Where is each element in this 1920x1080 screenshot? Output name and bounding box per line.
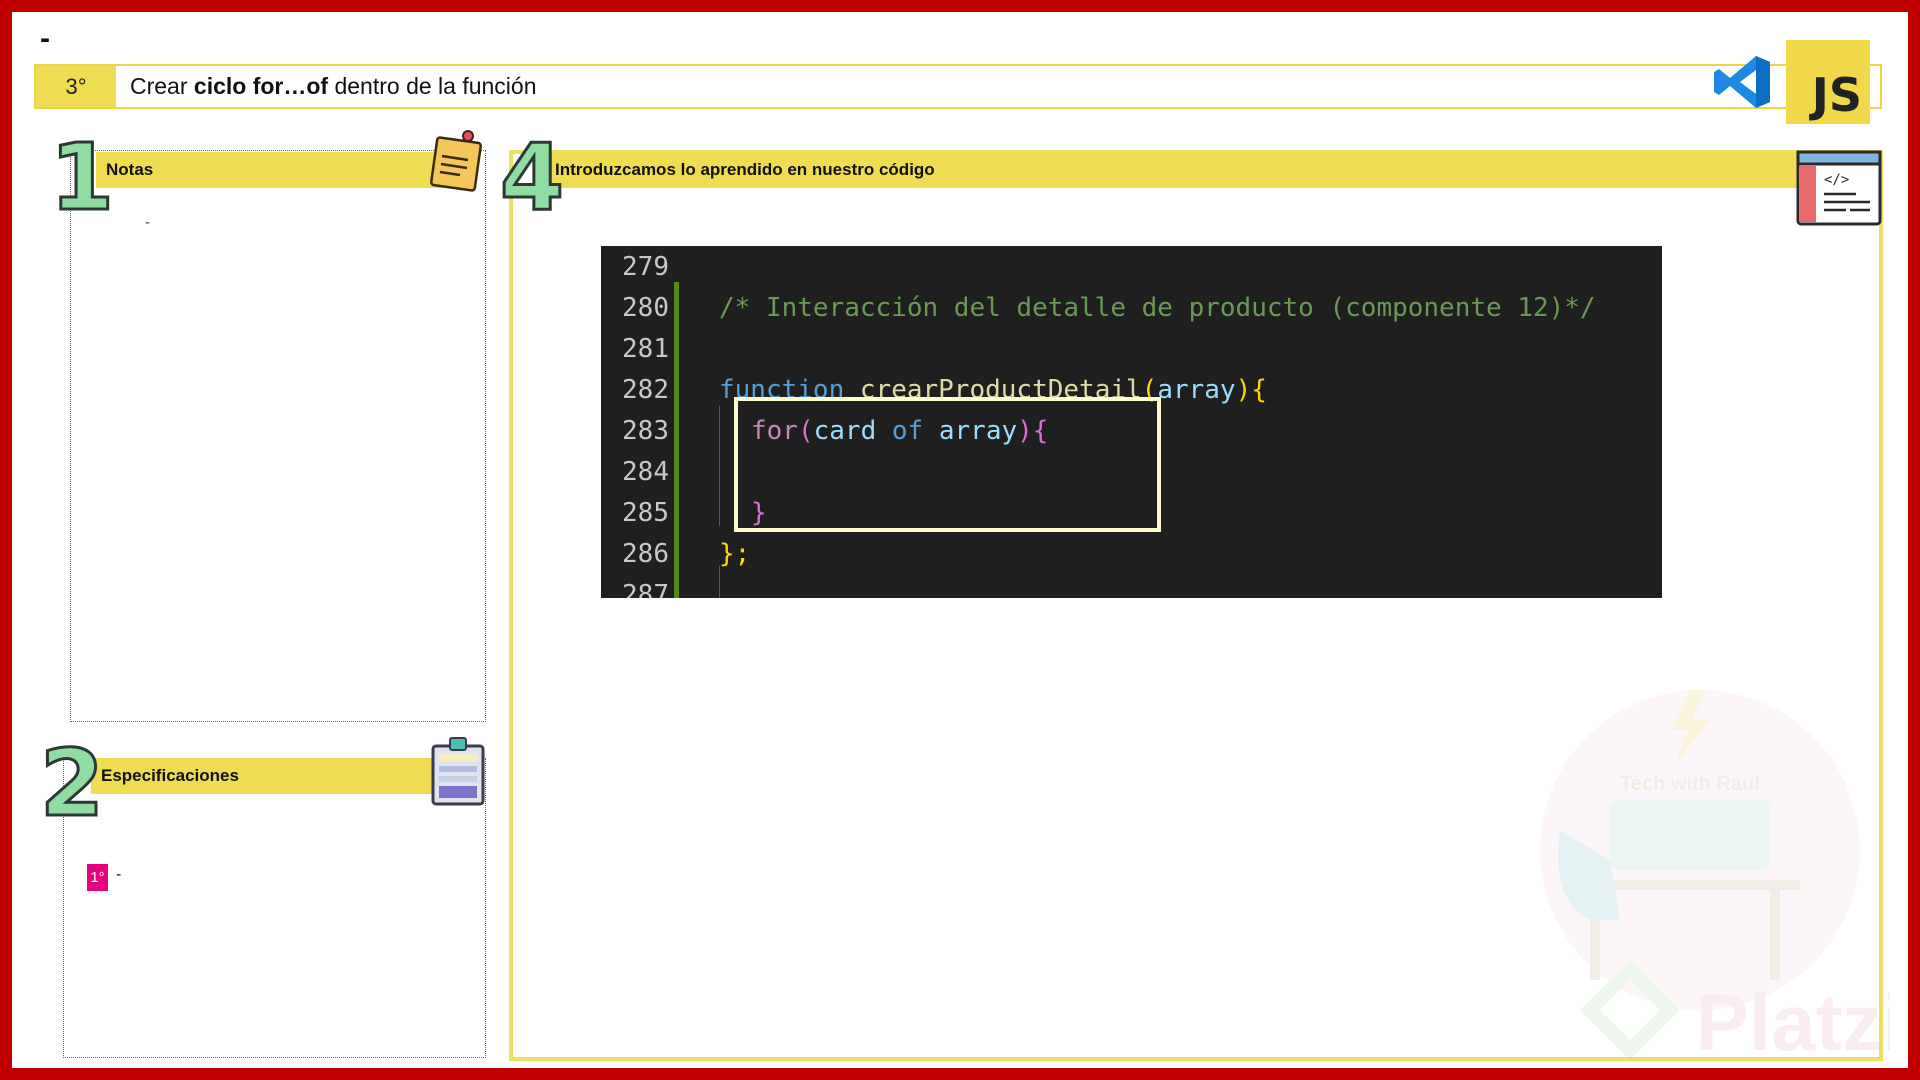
close-outer-brace: }; <box>719 538 751 569</box>
specs-title: Especificaciones <box>101 766 239 785</box>
clipboard-icon <box>431 737 485 806</box>
main-title-bar: Introduzcamos lo aprendido en nuestro có… <box>545 152 1800 188</box>
line-number: 282 <box>622 374 669 405</box>
keyword-for: for <box>751 415 798 446</box>
code-editor: 279 280 /* Interacción del detalle de pro… <box>601 246 1662 598</box>
for-close: ){ <box>1017 415 1049 446</box>
code-line-280: 280 /* Interacción del detalle de product… <box>601 287 1596 328</box>
notes-panel <box>70 150 486 722</box>
vscode-icon <box>1714 56 1770 108</box>
step-title: Crear ciclo for…of dentro de la función <box>116 73 537 100</box>
code-line-285: 285} <box>601 492 767 533</box>
watermark-text: Tech with Raul <box>1620 773 1760 795</box>
for-paren-open: ( <box>797 415 814 446</box>
for-variable: card <box>813 415 877 446</box>
specs-number: 2 <box>38 730 105 837</box>
line-number: 281 <box>622 333 669 364</box>
title-bold: ciclo for…of <box>193 73 329 99</box>
notes-title-bar: Notas <box>96 152 474 188</box>
paren-open: ( <box>1141 374 1158 405</box>
notes-content: - <box>145 214 150 231</box>
specs-panel <box>63 758 486 1058</box>
notes-number: 1 <box>48 124 115 231</box>
line-number: 280 <box>622 292 669 323</box>
code-line-286: 286}; <box>601 533 750 574</box>
code-line-281: 281 <box>601 328 669 369</box>
code-window-icon: </> <box>1796 150 1882 226</box>
close-inner-brace: } <box>751 497 767 528</box>
line-number: 283 <box>622 415 669 446</box>
keyword-function: function <box>719 374 845 405</box>
title-post: dentro de la función <box>328 73 537 99</box>
paren-close-brace: ){ <box>1235 374 1267 405</box>
step-number: 3° <box>36 66 116 107</box>
code-line-287: 287 <box>601 574 669 599</box>
line-number: 286 <box>622 538 669 569</box>
line-number: 279 <box>622 251 669 282</box>
svg-text:</>: </> <box>1824 172 1849 188</box>
main-title: Introduzcamos lo aprendido en nuestro có… <box>555 160 935 179</box>
main-number: 4 <box>498 124 565 231</box>
for-array: array <box>938 415 1018 446</box>
code-comment: /* Interacción del detalle de producto (… <box>719 292 1596 323</box>
spec-item: - <box>116 866 122 883</box>
code-line-282: 282 function crearProductDetail(array){ <box>601 369 1267 410</box>
code-line-279: 279 <box>601 246 669 287</box>
js-label: JS <box>1811 68 1862 122</box>
title-pre: Crear <box>130 73 194 99</box>
spec-step-badge: 1° <box>87 864 108 891</box>
line-number: 287 <box>622 579 669 599</box>
top-dash: - <box>40 22 50 55</box>
js-logo: JS <box>1786 40 1870 124</box>
code-line-284: 284 <box>601 451 669 492</box>
specs-title-bar: Especificaciones <box>91 758 436 794</box>
code-line-283: 283 for(card of array){ <box>601 410 1048 451</box>
watermark-brand: Platzi <box>1696 978 1890 1067</box>
keyword-of: of <box>891 415 924 446</box>
line-number: 285 <box>622 497 669 528</box>
sticky-note-icon <box>430 130 482 192</box>
watermark-logo: Tech with Raul Platzi <box>1540 690 1890 1067</box>
step-header: 3° Crear ciclo for…of dentro de la funci… <box>34 64 1882 109</box>
function-name: crearProductDetail <box>859 374 1142 405</box>
line-number: 284 <box>622 456 669 487</box>
param-name: array <box>1157 374 1236 405</box>
